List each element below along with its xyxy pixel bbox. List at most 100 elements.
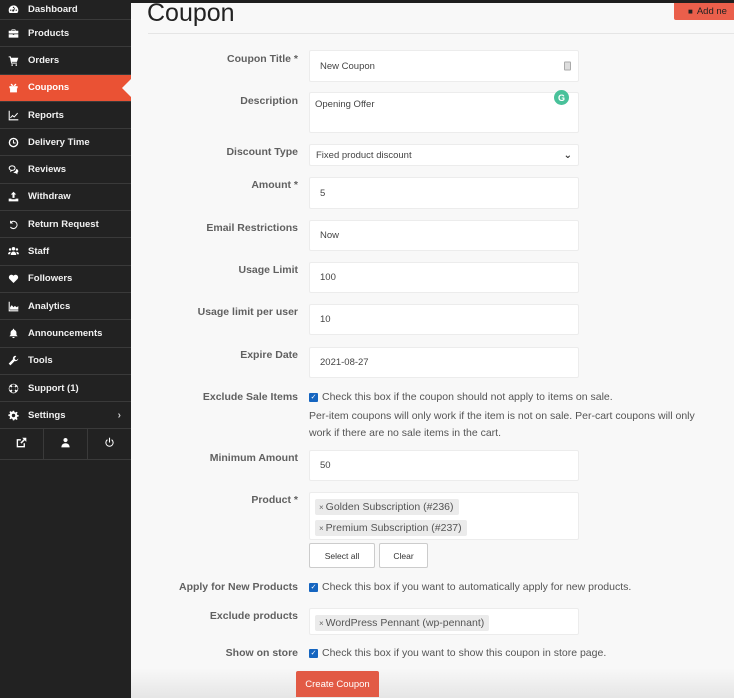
sidebar-footer-actions <box>0 429 131 461</box>
sidebar-item-followers[interactable]: Followers <box>0 266 131 293</box>
sidebar-item-tools[interactable]: Tools <box>0 348 131 375</box>
sidebar-item-label: Withdraw <box>28 191 71 203</box>
product-multiselect[interactable]: × Golden Subscription (#236) × Premium Sub… <box>309 492 579 540</box>
gift-icon: ■ <box>688 7 693 16</box>
product-tag: × Golden Subscription (#236) <box>315 499 459 515</box>
grammarly-icon[interactable]: G <box>554 90 569 105</box>
comments-icon <box>0 164 26 175</box>
sidebar-item-label: Return Request <box>28 218 99 230</box>
usage-limit-input[interactable]: 100 <box>309 262 579 293</box>
expire-date-label: Expire Date <box>240 349 298 361</box>
email-restrictions-input[interactable]: Now <box>309 220 579 251</box>
sidebar-item-label: Staff <box>28 246 50 258</box>
clear-button[interactable]: Clear <box>379 543 428 568</box>
coupon-title-input[interactable]: New Coupon <box>309 50 579 82</box>
exclude-sale-items-checkbox[interactable]: ✓ <box>309 392 318 402</box>
show-on-store-check-text: Check this box if you want to show this … <box>322 647 607 659</box>
discount-type-label: Discount Type <box>226 146 298 158</box>
bottom-shade <box>131 668 734 698</box>
email-restrictions-value: Now <box>320 230 340 241</box>
amount-label: Amount * <box>251 179 298 191</box>
sidebar-item-settings[interactable]: Settings › <box>0 402 131 430</box>
product-label: Product * <box>251 494 298 506</box>
autofill-icon[interactable] <box>564 61 571 71</box>
sidebar-item-return-request[interactable]: Return Request <box>0 211 131 239</box>
sidebar-nav: Dashboard Products Orders Coupons Reports Del… <box>0 0 131 430</box>
cart-icon <box>0 55 26 66</box>
minimum-amount-value: 50 <box>320 460 331 471</box>
apply-new-products-checkbox[interactable]: ✓ <box>309 582 318 592</box>
exclude-sale-items-label: Exclude Sale Items <box>202 391 298 403</box>
exclude-product-tag: × WordPress Pennant (wp-pennant) <box>315 615 490 631</box>
remove-tag-icon[interactable]: × <box>319 503 324 512</box>
description-textarea[interactable]: Opening Offer <box>309 92 579 133</box>
clock-icon <box>0 137 26 148</box>
apply-new-products-checkbox-row: ✓ Check this box if you want to automati… <box>309 581 631 593</box>
sidebar-item-label: Delivery Time <box>28 136 90 148</box>
discount-type-select[interactable]: Fixed product discount ⌄ <box>309 144 579 166</box>
sidebar-item-coupons[interactable]: Coupons <box>0 74 131 102</box>
external-link-icon <box>16 435 27 453</box>
undo-icon <box>0 219 26 230</box>
show-on-store-checkbox[interactable]: ✓ <box>309 648 318 658</box>
amount-input[interactable]: 5 <box>309 177 579 209</box>
add-new-button[interactable]: ■ Add ne <box>674 3 734 20</box>
apply-new-products-label: Apply for New Products <box>178 581 298 593</box>
upload-icon <box>0 191 26 202</box>
amount-value: 5 <box>320 187 326 199</box>
description-value: Opening Offer <box>315 99 375 110</box>
coupon-title-value: New Coupon <box>320 60 375 72</box>
sidebar-item-label: Products <box>28 27 70 39</box>
remove-tag-icon[interactable]: × <box>319 524 324 533</box>
product-tag-label: Premium Subscription (#237) <box>325 522 462 534</box>
email-restrictions-label: Email Restrictions <box>206 222 298 234</box>
sidebar-item-support-1[interactable]: Support (1) <box>0 375 131 403</box>
sidebar-item-label: Dashboard <box>28 4 78 15</box>
remove-tag-icon[interactable]: × <box>319 619 324 628</box>
apply-new-products-check-text: Check this box if you want to automatica… <box>322 581 632 593</box>
sidebar-item-label: Orders <box>28 54 60 66</box>
create-coupon-button[interactable]: Create Coupon <box>296 671 379 697</box>
sidebar-item-delivery-time[interactable]: Delivery Time <box>0 129 131 157</box>
sidebar-item-reports[interactable]: Reports <box>0 102 131 130</box>
usage-limit-per-user-input[interactable]: 10 <box>309 304 579 335</box>
exclude-products-multiselect[interactable]: × WordPress Pennant (wp-pennant) <box>309 608 579 635</box>
expire-date-input[interactable]: 2021-08-27 <box>309 347 579 378</box>
user-button[interactable] <box>44 429 88 460</box>
product-tag: × Premium Subscription (#237) <box>315 520 467 536</box>
briefcase-icon <box>0 28 26 39</box>
select-all-button[interactable]: Select all <box>309 543 375 568</box>
sidebar-item-products[interactable]: Products <box>0 20 131 48</box>
show-on-store-checkbox-row: ✓ Check this box if you want to show thi… <box>309 647 606 659</box>
sidebar-item-label: Reviews <box>28 164 67 176</box>
product-tag-label: Golden Subscription (#236) <box>325 501 454 513</box>
sidebar-item-analytics[interactable]: Analytics <box>0 293 131 321</box>
minimum-amount-input[interactable]: 50 <box>309 450 579 481</box>
sidebar-item-dashboard[interactable]: Dashboard <box>0 0 131 20</box>
usage-limit-per-user-value: 10 <box>320 314 331 325</box>
expire-date-value: 2021-08-27 <box>320 357 369 368</box>
usage-limit-label: Usage Limit <box>238 264 298 276</box>
external-link-button[interactable] <box>0 429 44 460</box>
power-button[interactable] <box>88 429 131 459</box>
show-on-store-label: Show on store <box>225 647 298 659</box>
sidebar-item-label: Coupons <box>28 82 70 94</box>
exclude-sale-items-checkbox-row: ✓ Check this box if the coupon should no… <box>309 391 613 403</box>
heart-icon <box>0 273 26 284</box>
sidebar-item-label: Settings <box>28 409 66 421</box>
description-label: Description <box>240 95 298 107</box>
sidebar-item-orders[interactable]: Orders <box>0 47 131 75</box>
page-title: Coupon <box>147 0 235 27</box>
exclude-sale-items-check-text: Check this box if the coupon should not … <box>322 391 613 403</box>
sidebar-item-announcements[interactable]: Announcements <box>0 320 131 348</box>
life-ring-icon <box>0 383 26 394</box>
sidebar-item-label: Followers <box>28 273 73 285</box>
user-icon <box>60 435 71 453</box>
sidebar-item-staff[interactable]: Staff <box>0 238 131 266</box>
power-icon <box>104 435 115 453</box>
line-chart-icon <box>0 110 26 121</box>
coupon-title-label: Coupon Title * <box>227 53 298 65</box>
area-chart-icon <box>0 301 26 312</box>
sidebar-item-reviews[interactable]: Reviews <box>0 156 131 184</box>
sidebar-item-withdraw[interactable]: Withdraw <box>0 184 131 212</box>
